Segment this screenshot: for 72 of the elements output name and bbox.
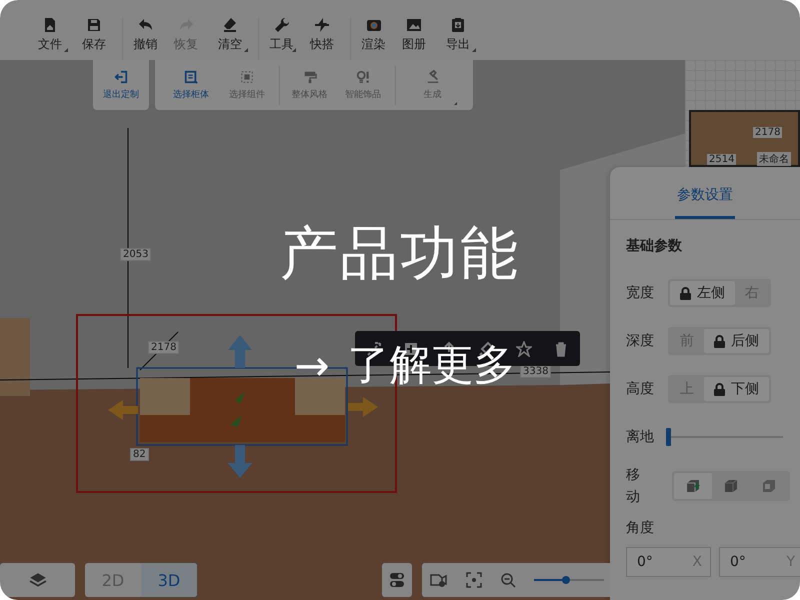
exit-button[interactable]: 退出定制 [101, 66, 141, 104]
picture-icon [406, 17, 422, 33]
paint-roller-icon [302, 70, 316, 84]
tab[interactable]: 参数设置 [675, 186, 735, 219]
tool-button[interactable]: 整体风格 [279, 66, 335, 104]
dimension-label: 2053 [120, 248, 152, 261]
field-label: 宽度 [626, 284, 655, 302]
up-arrow-icon [228, 335, 252, 368]
layers-button[interactable] [0, 563, 75, 597]
toolbar-button[interactable]: 保存 [74, 17, 114, 60]
toggle-icon [389, 572, 405, 588]
zoom-out-icon[interactable] [500, 572, 516, 588]
tool-button[interactable]: 智能饰品 [335, 66, 391, 104]
dimension-label: 未命名 [757, 152, 791, 166]
dimension-label: 2514 [707, 154, 736, 165]
segment-option[interactable]: 后侧 [704, 329, 769, 353]
star-icon[interactable] [516, 340, 532, 356]
view-mode-tab[interactable]: 3D [141, 563, 197, 597]
cube-snap-icon [685, 478, 701, 494]
clipboard-icon [450, 17, 466, 33]
lock-icon [714, 382, 725, 396]
field-label: 高度 [626, 380, 655, 398]
toggle-button[interactable] [382, 563, 412, 597]
list-select-icon [184, 70, 198, 84]
dimension-label: 3338 [520, 365, 552, 378]
tool-button[interactable]: 选择柜体 [163, 66, 219, 104]
camera-icon [366, 17, 382, 33]
segment-option[interactable]: 左侧 [670, 281, 735, 305]
dropdown-corner-icon [454, 102, 457, 104]
right-arrow-icon [348, 397, 378, 417]
wrench-icon [274, 17, 290, 33]
dimension-label: 82 [130, 448, 149, 461]
promo-title: 产品功能 [280, 218, 520, 289]
zoom-slider-thumb[interactable] [562, 576, 570, 584]
camera-settings-icon[interactable] [430, 572, 448, 588]
hammer-icon [426, 70, 440, 84]
eraser-icon [222, 17, 238, 33]
lightning-icon [314, 17, 330, 33]
focus-icon[interactable] [466, 572, 482, 588]
layers-icon [28, 571, 46, 589]
toolbar-button[interactable]: 清空 [210, 17, 250, 60]
section-title: 基础参数 [626, 237, 683, 255]
file-icon [42, 17, 58, 33]
lock-icon [714, 334, 725, 348]
segment-option[interactable]: 下侧 [704, 377, 769, 401]
save-icon [86, 17, 102, 33]
toolbar-button[interactable]: 导出 [438, 17, 478, 60]
wireframe-cube-icon [761, 478, 777, 494]
tool-button[interactable]: 生成 [395, 66, 465, 104]
dropdown-corner-icon [292, 48, 296, 52]
tool-button[interactable]: 选择组件 [219, 66, 275, 104]
toolbar-button[interactable]: 文件 [30, 17, 70, 60]
slider-thumb[interactable] [666, 428, 671, 446]
down-arrow-icon [228, 445, 252, 478]
cube-icon [723, 478, 739, 494]
bulb-exclamation-icon [356, 70, 370, 84]
field-label: 移动 [626, 466, 640, 507]
dimension-label: 2178 [148, 341, 180, 354]
field-label: 角度 [626, 519, 655, 537]
dashed-select-icon [240, 70, 254, 84]
field-label: 离地 [626, 428, 655, 446]
exit-arrow-icon [114, 70, 128, 84]
left-arrow-icon [108, 400, 138, 420]
toolbar-button[interactable]: 快搭 [302, 17, 342, 60]
lock-icon [680, 286, 691, 300]
toolbar-button[interactable]: 图册 [394, 17, 434, 60]
icon-option[interactable] [674, 473, 712, 499]
dropdown-corner-icon [64, 48, 68, 52]
dimension-label: 2178 [753, 127, 782, 138]
dropdown-corner-icon [472, 48, 476, 52]
dropdown-corner-icon [244, 48, 248, 52]
field-label: 深度 [626, 332, 655, 350]
